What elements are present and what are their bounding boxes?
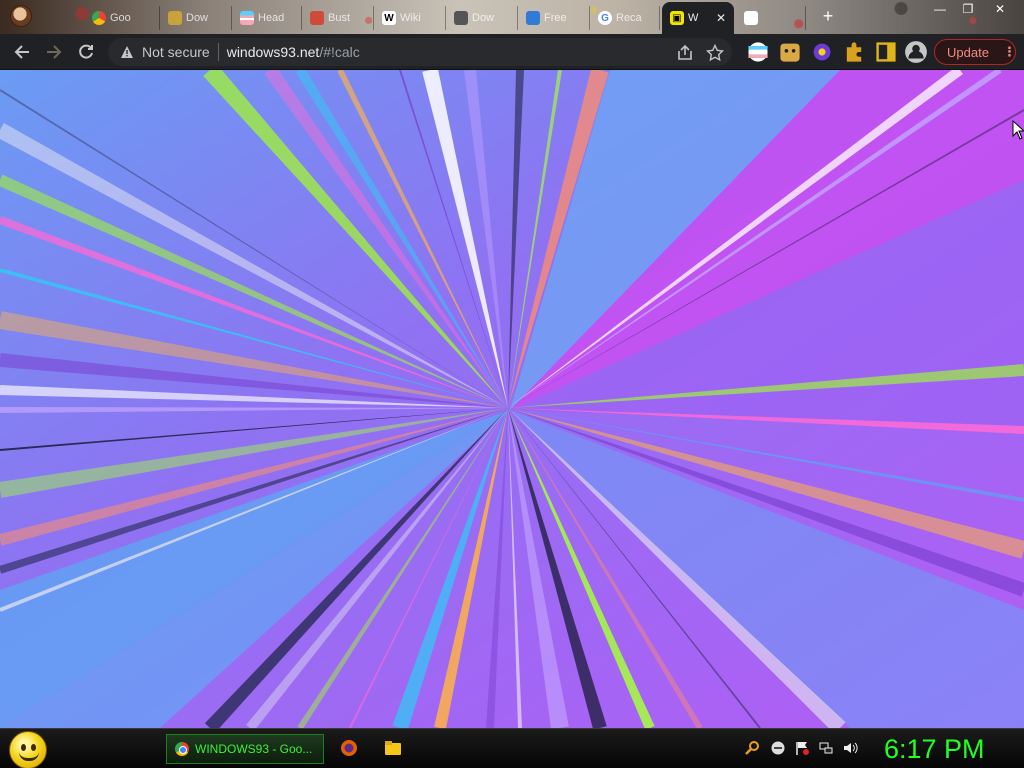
tab-title: Wiki <box>400 12 421 24</box>
side-panel-icon[interactable] <box>874 40 898 64</box>
taskbar-item-chrome[interactable]: WINDOWS93 - Goo... <box>166 734 324 764</box>
tab-6[interactable]: Dow <box>446 6 518 30</box>
tab-5[interactable]: W Wiki <box>374 6 446 30</box>
forward-arrow-icon <box>47 45 62 59</box>
pride-flag-icon <box>240 11 254 25</box>
app-icon <box>310 11 324 25</box>
tab-active-windows93[interactable]: ▣ W ✕ <box>662 2 734 34</box>
new-tab-button[interactable]: + <box>818 6 838 26</box>
taskbar-item-label: WINDOWS93 - Goo... <box>195 742 313 756</box>
chrome-icon <box>175 742 189 756</box>
web-page-viewport[interactable] <box>0 70 1024 728</box>
tab-title: W <box>688 12 699 24</box>
warning-icon[interactable] <box>120 45 134 59</box>
bookmark-star-icon[interactable] <box>706 44 724 62</box>
glitch-tunnel-visual <box>0 70 1024 728</box>
firefox-icon[interactable] <box>340 739 358 757</box>
address-bar[interactable]: Not secure windows93.net /#!calc <box>108 38 732 66</box>
reload-button[interactable] <box>74 40 98 64</box>
figure-icon <box>744 11 758 25</box>
extensions-puzzle-icon[interactable] <box>842 40 866 64</box>
divider <box>217 43 219 61</box>
tab-title: Dow <box>472 12 495 24</box>
mouse-cursor-icon <box>1012 120 1024 140</box>
wikipedia-icon: W <box>382 11 396 25</box>
minimize-button[interactable]: — <box>926 0 954 18</box>
reload-icon <box>79 44 93 59</box>
action-center-flag-icon[interactable] <box>794 740 810 756</box>
status-icon[interactable] <box>770 740 786 756</box>
home-icon <box>526 11 540 25</box>
search-icon[interactable] <box>744 740 760 756</box>
tab-title: Dow <box>186 12 209 24</box>
update-button[interactable]: Update ⋮ <box>934 39 1016 65</box>
tab-title: Goo <box>110 12 131 24</box>
taskbar: WINDOWS93 - Goo... 6:17 PM <box>0 728 1024 768</box>
google-chrome-icon <box>92 11 106 25</box>
network-icon[interactable] <box>818 740 834 756</box>
tab-title: Bust <box>328 12 351 24</box>
smiley-eye <box>31 744 36 751</box>
tab-title: Free <box>544 12 567 24</box>
download-icon <box>168 11 182 25</box>
tab-8[interactable]: G Reca <box>590 6 660 30</box>
doge-extension-icon[interactable] <box>778 40 802 64</box>
smiley-eye <box>21 744 26 751</box>
pride-extension-icon[interactable] <box>746 40 770 64</box>
forward-button[interactable] <box>42 40 66 64</box>
download-icon <box>454 11 468 25</box>
start-button-smiley-icon[interactable] <box>9 731 47 768</box>
back-arrow-icon <box>14 45 29 59</box>
volume-icon[interactable] <box>842 740 858 756</box>
smiley-mouth <box>19 752 39 761</box>
browser-toolbar: Not secure windows93.net /#!calc Update … <box>0 34 1024 70</box>
tab-strip: Goo Dow Head Bust W Wiki Dow Free G Reca… <box>0 0 1024 34</box>
tab-2[interactable]: Dow <box>160 6 232 30</box>
taskbar-clock[interactable]: 6:17 PM <box>884 733 1016 765</box>
tab-3[interactable]: Head <box>232 6 302 30</box>
close-window-button[interactable]: ✕ <box>986 0 1014 18</box>
profile-icon[interactable] <box>904 40 928 64</box>
share-icon[interactable] <box>676 44 694 62</box>
back-button[interactable] <box>10 40 34 64</box>
update-label: Update <box>947 44 989 60</box>
file-explorer-icon[interactable] <box>384 739 402 757</box>
tab-title: Reca <box>616 12 642 24</box>
url-host: windows93.net <box>226 44 320 60</box>
profile-avatar-icon[interactable] <box>10 5 32 27</box>
tab-title: Head <box>258 12 285 24</box>
restore-button[interactable]: ❐ <box>954 0 982 18</box>
tab-10[interactable] <box>736 6 806 30</box>
not-secure-label[interactable]: Not secure <box>142 44 210 60</box>
google-icon: G <box>598 11 612 25</box>
url-path: /#!calc <box>319 44 360 60</box>
menu-dots-icon[interactable]: ⋮ <box>1003 44 1016 60</box>
tab-1[interactable]: Goo <box>84 6 160 30</box>
tab-7[interactable]: Free <box>518 6 590 30</box>
colorful-extension-icon[interactable] <box>810 40 834 64</box>
windows93-icon: ▣ <box>670 11 684 25</box>
tab-close-icon[interactable]: ✕ <box>716 11 726 25</box>
tab-4[interactable]: Bust <box>302 6 374 30</box>
